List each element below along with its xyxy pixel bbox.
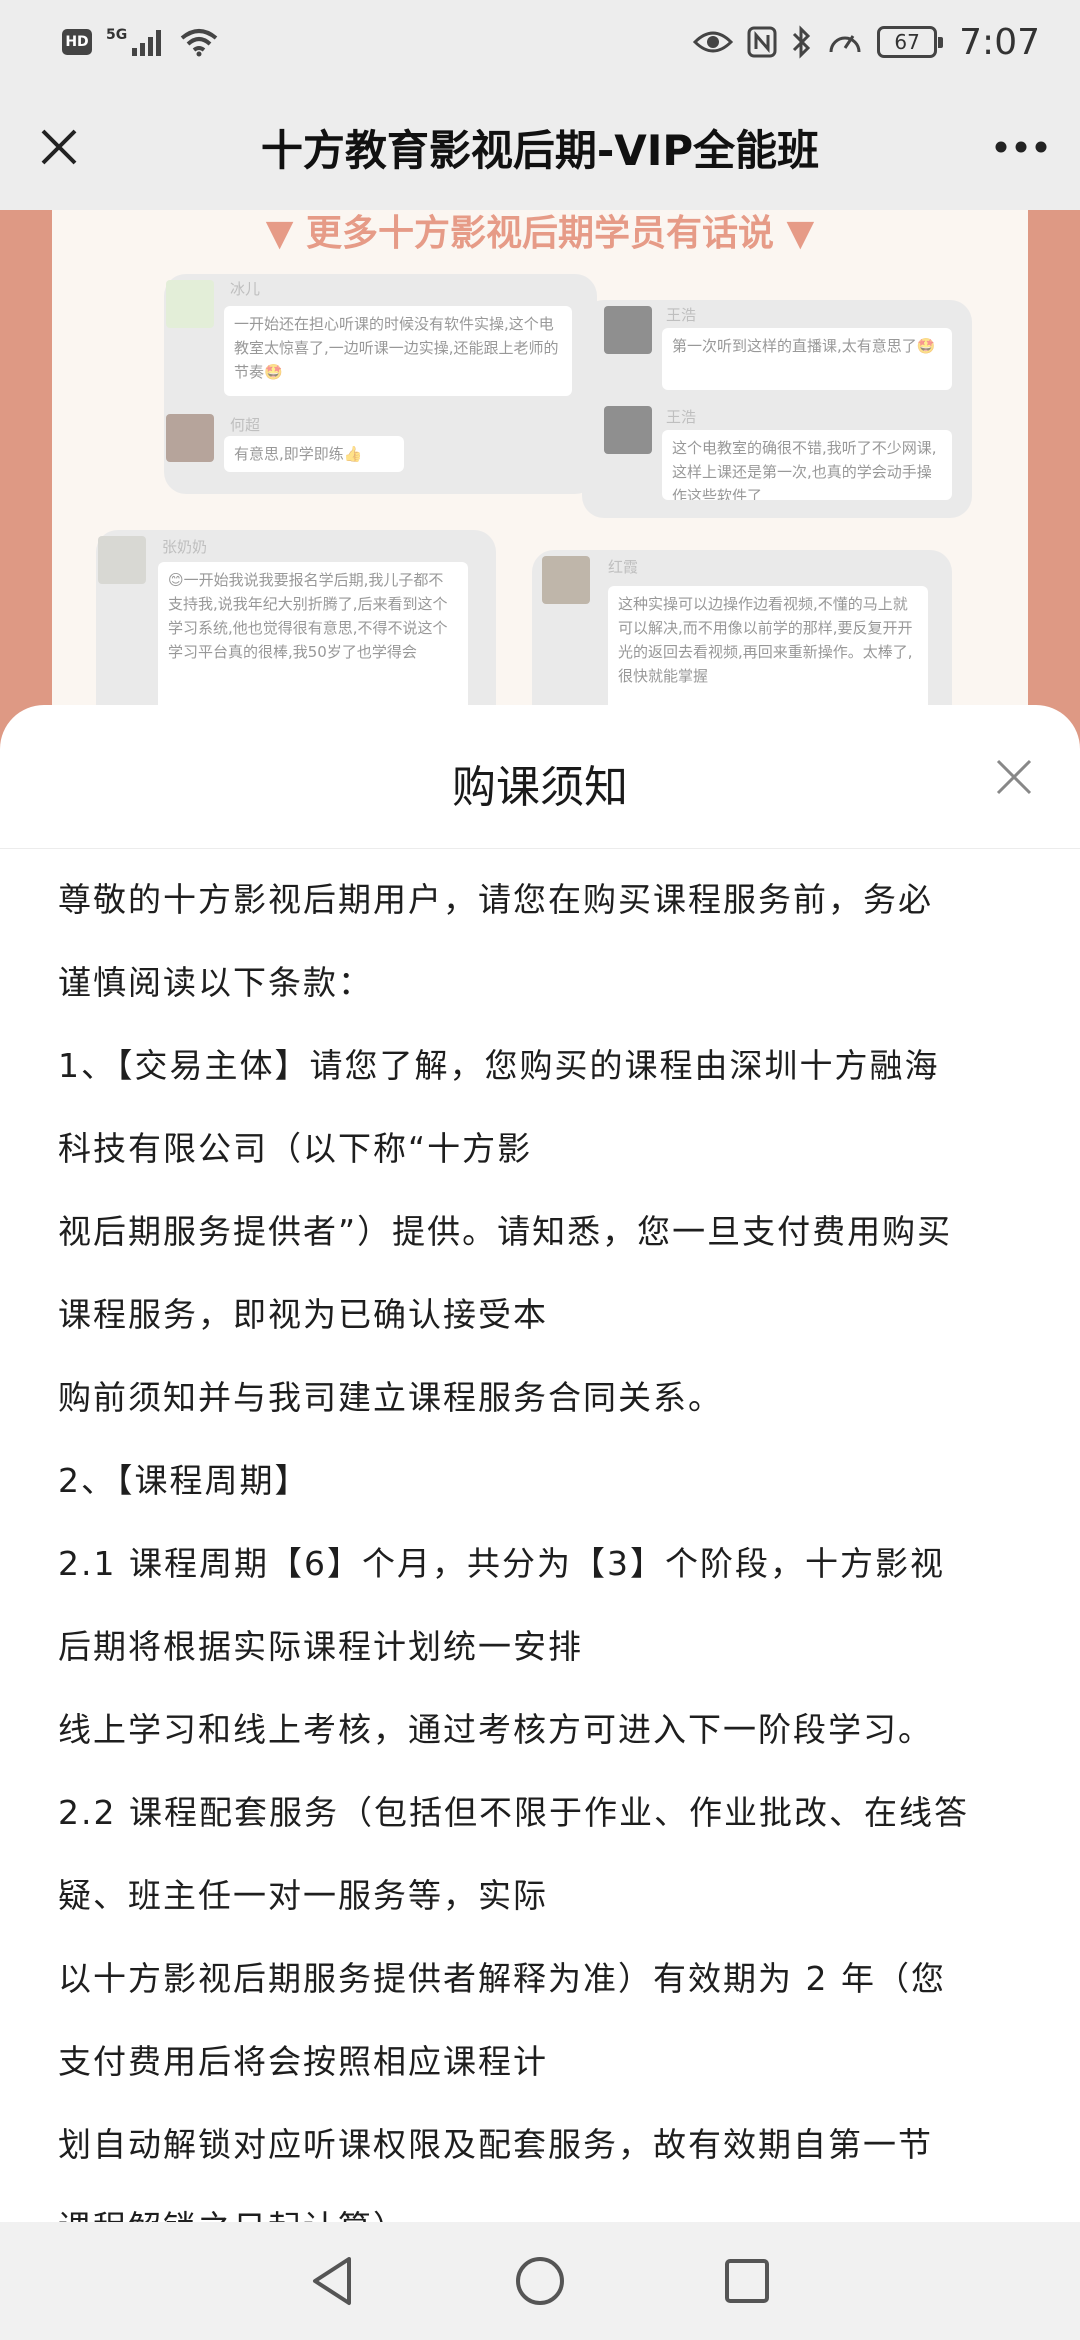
notice-line: 以十方影视后期服务提供者解释为准）有效期为 2 年（您 bbox=[58, 1958, 946, 1998]
sheet-close-button[interactable] bbox=[992, 755, 1036, 799]
purchase-notice-sheet: 购课须知 尊敬的十方影视后期用户，请您在购买课程服务前，务必 谨慎阅读以下条款：… bbox=[0, 705, 1080, 2222]
notice-line: 支付费用后将会按照相应课程计 bbox=[58, 2041, 548, 2081]
notice-line: 科技有限公司（以下称“十方影 bbox=[58, 1128, 533, 1168]
more-button[interactable] bbox=[990, 118, 1052, 176]
back-icon bbox=[313, 2257, 352, 2305]
notice-line: 课程服务，即视为已确认接受本 bbox=[58, 1294, 548, 1334]
notice-line: 线上学习和线上考核，通过考核方可进入下一阶段学习。 bbox=[58, 1709, 933, 1749]
signal-icon bbox=[132, 30, 162, 56]
notice-line: 谨慎阅读以下条款： bbox=[58, 962, 373, 1002]
notice-body[interactable]: 尊敬的十方影视后期用户，请您在购买课程服务前，务必 谨慎阅读以下条款： 1、【交… bbox=[58, 855, 1026, 2223]
title-bar: 十方教育影视后期-VIP全能班 bbox=[0, 84, 1080, 210]
recents-button[interactable] bbox=[712, 2246, 782, 2316]
navigation-bar bbox=[0, 2222, 1080, 2340]
hd-badge: HD bbox=[62, 29, 92, 55]
close-icon bbox=[41, 129, 77, 165]
status-bar: HD 5G 67 7:07 bbox=[0, 0, 1080, 84]
clock: 7:07 bbox=[959, 21, 1040, 63]
notice-line: 划自动解锁对应听课权限及配套服务，故有效期自第一节 bbox=[58, 2124, 933, 2164]
notice-line: 后期将根据实际课程计划统一安排 bbox=[58, 1626, 583, 1666]
nfc-icon bbox=[747, 26, 777, 58]
network-type: 5G bbox=[106, 27, 128, 43]
close-icon bbox=[996, 759, 1032, 795]
notice-line: 课程解锁之日起计算） bbox=[58, 2183, 1026, 2223]
back-button[interactable] bbox=[298, 2246, 368, 2316]
speed-icon bbox=[829, 35, 861, 53]
home-icon bbox=[515, 2257, 564, 2305]
close-button[interactable] bbox=[30, 118, 88, 176]
dim-overlay bbox=[0, 210, 1080, 770]
home-button[interactable] bbox=[505, 2246, 575, 2316]
notice-line: 2.1 课程周期【6】个月，共分为【3】个阶段，十方影视 bbox=[58, 1543, 945, 1583]
notice-line: 2.2 课程配套服务（包括但不限于作业、作业批改、在线答 bbox=[58, 1792, 969, 1832]
notice-line: 2、【课程周期】 bbox=[58, 1460, 310, 1500]
recents-icon bbox=[724, 2259, 769, 2303]
page-title: 十方教育影视后期-VIP全能班 bbox=[260, 125, 820, 175]
eye-icon bbox=[693, 31, 734, 53]
wifi-icon bbox=[180, 29, 218, 57]
background-page: ▼ 更多十方影视后期学员有话说 ▼ 冰儿 一开始还在担心听课的时候没有软件实操,… bbox=[0, 210, 1080, 770]
notice-line: 1、【交易主体】请您了解，您购买的课程由深圳十方融海 bbox=[58, 1045, 940, 1085]
battery-indicator: 67 bbox=[877, 26, 944, 58]
sheet-header: 购课须知 bbox=[0, 705, 1080, 849]
more-icon bbox=[995, 141, 1047, 153]
notice-line: 购前须知并与我司建立课程服务合同关系。 bbox=[58, 1377, 723, 1417]
notice-line: 视后期服务提供者”）提供。请知悉，您一旦支付费用购买 bbox=[58, 1211, 953, 1251]
notice-line: 尊敬的十方影视后期用户，请您在购买课程服务前，务必 bbox=[58, 879, 933, 919]
bluetooth-icon bbox=[793, 25, 811, 59]
sheet-title: 购课须知 bbox=[452, 762, 628, 813]
notice-line: 疑、班主任一对一服务等，实际 bbox=[58, 1875, 548, 1915]
